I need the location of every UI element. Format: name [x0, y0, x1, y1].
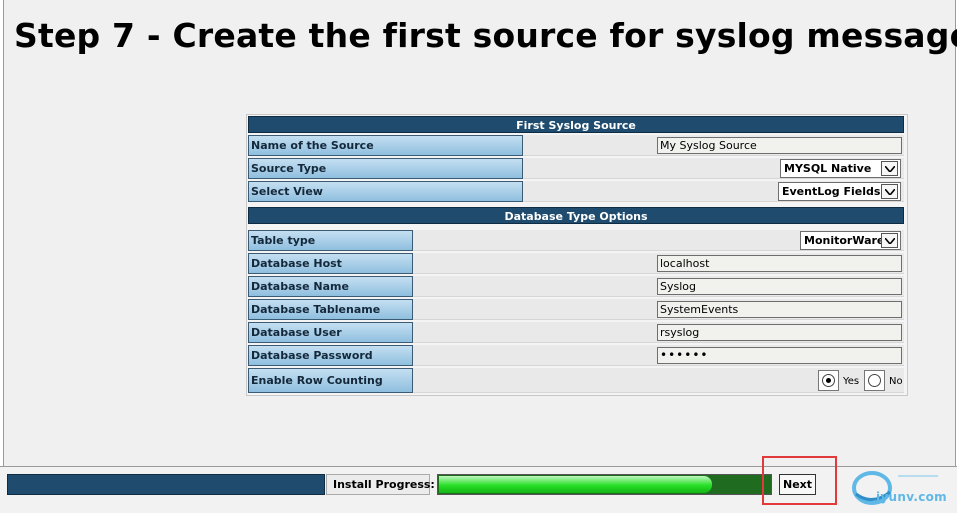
select-view-select[interactable]: EventLog Fields: [778, 182, 901, 201]
page-title: Step 7 - Create the first source for sys…: [14, 16, 957, 55]
radio-unselected-icon: [868, 374, 881, 387]
section-header-db-options: Database Type Options: [248, 207, 904, 224]
row-counting-no-radio[interactable]: [864, 370, 885, 391]
source-name-input[interactable]: My Syslog Source: [657, 137, 902, 154]
db-name-input[interactable]: Syslog: [657, 278, 902, 295]
section-header-first-source: First Syslog Source: [248, 116, 904, 133]
label-source-type: Source Type: [248, 158, 523, 179]
source-type-select[interactable]: MYSQL Native: [780, 159, 901, 178]
install-progress-fill: [439, 476, 713, 493]
bottom-bar-left-panel: [7, 474, 325, 495]
next-button[interactable]: Next: [779, 474, 816, 495]
chevron-down-icon[interactable]: [881, 233, 898, 248]
label-select-view: Select View: [248, 181, 523, 202]
select-view-value: EventLog Fields: [782, 185, 881, 198]
label-source-name: Name of the Source: [248, 135, 523, 156]
watermark-text: iyunv.com: [876, 490, 947, 504]
row-counting-no-label: No: [889, 376, 903, 387]
chevron-down-icon[interactable]: [881, 184, 898, 199]
db-user-input[interactable]: rsyslog: [657, 324, 902, 341]
label-table-type: Table type: [248, 230, 413, 251]
db-password-input[interactable]: ••••••: [657, 347, 902, 364]
install-progress-label: Install Progress:: [326, 474, 435, 495]
table-type-select[interactable]: MonitorWare: [800, 231, 901, 250]
db-host-input[interactable]: localhost: [657, 255, 902, 272]
radio-selected-icon: [822, 374, 835, 387]
chevron-down-icon[interactable]: [881, 161, 898, 176]
label-db-host: Database Host: [248, 253, 413, 274]
label-db-tablename: Database Tablename: [248, 299, 413, 320]
table-type-value: MonitorWare: [804, 234, 885, 247]
row-counting-yes-label: Yes: [843, 376, 860, 387]
label-db-name: Database Name: [248, 276, 413, 297]
db-tablename-input[interactable]: SystemEvents: [657, 301, 902, 318]
label-db-password: Database Password: [248, 345, 413, 366]
row-counting-yes-radio[interactable]: [818, 370, 839, 391]
label-row-counting: Enable Row Counting: [248, 368, 413, 393]
label-db-user: Database User: [248, 322, 413, 343]
install-progress-bar: [437, 474, 772, 495]
source-type-value: MYSQL Native: [784, 162, 872, 175]
